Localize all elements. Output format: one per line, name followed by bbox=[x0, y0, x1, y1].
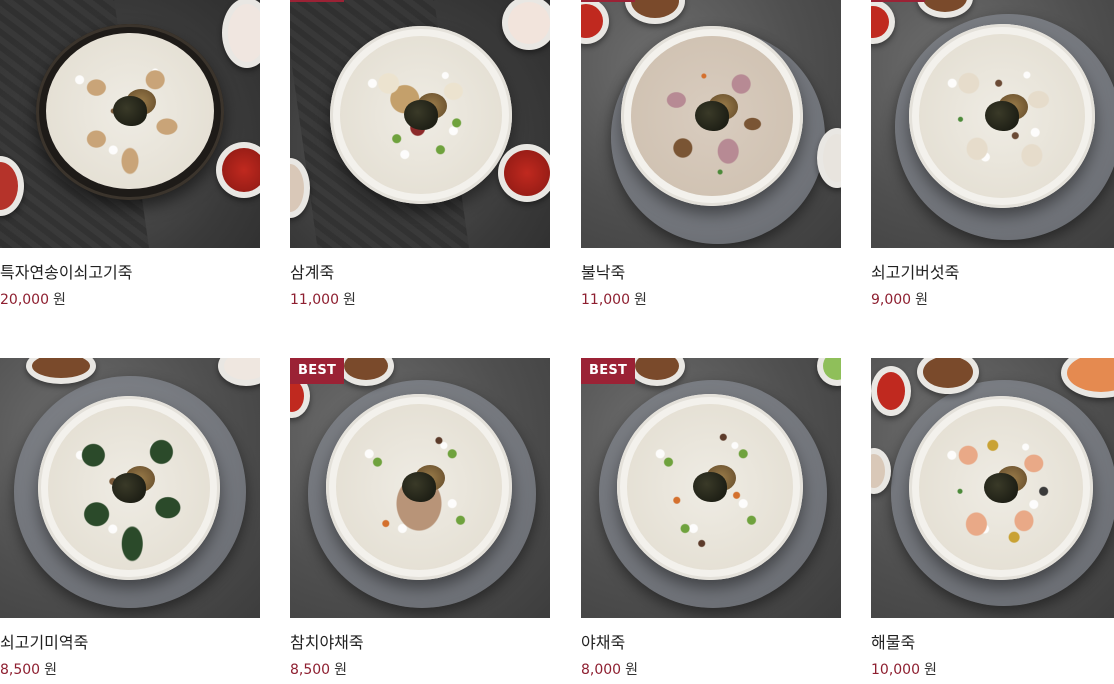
product-price: 9,000 원 bbox=[871, 291, 1114, 309]
price-amount: 9,000 bbox=[871, 292, 912, 308]
product-name[interactable]: 참치야채죽 bbox=[290, 633, 550, 653]
price-unit: 원 bbox=[44, 662, 57, 678]
price-unit: 원 bbox=[343, 292, 356, 308]
product-name[interactable]: 야채죽 bbox=[581, 633, 841, 653]
price-amount: 10,000 bbox=[871, 662, 920, 678]
price-unit: 원 bbox=[334, 662, 347, 678]
price-amount: 8,000 bbox=[581, 662, 622, 678]
price-unit: 원 bbox=[625, 662, 638, 678]
best-badge: BEST bbox=[581, 0, 636, 2]
product-price: 11,000 원 bbox=[290, 291, 550, 309]
product-price: 10,000 원 bbox=[871, 661, 1114, 679]
product-name[interactable]: 쇠고기버섯죽 bbox=[871, 263, 1114, 283]
price-unit: 원 bbox=[53, 292, 66, 308]
price-amount: 8,500 bbox=[0, 662, 41, 678]
product-card[interactable]: 해물죽 10,000 원 bbox=[871, 358, 1114, 679]
price-unit: 원 bbox=[924, 662, 937, 678]
product-image[interactable] bbox=[871, 358, 1114, 618]
product-card[interactable]: BEST 삼계죽 11,000원 bbox=[290, 0, 550, 309]
product-image[interactable] bbox=[871, 0, 1114, 248]
product-card[interactable]: BEST 참치야채죽 8,500 원 bbox=[290, 358, 550, 679]
product-image[interactable] bbox=[581, 358, 841, 618]
best-badge: BEST bbox=[290, 358, 345, 384]
product-name[interactable]: 쇠고기미역죽 bbox=[0, 633, 260, 653]
product-card[interactable]: BEST 쇠고기버섯죽 9,000원 bbox=[871, 0, 1114, 309]
product-price: 8,500 원 bbox=[290, 661, 550, 679]
product-card[interactable]: 특자연송이쇠고기죽 20,000 원 bbox=[0, 0, 260, 309]
best-badge: BEST bbox=[871, 0, 926, 2]
product-card[interactable]: BEST 야채죽 8,000 원 bbox=[581, 358, 841, 679]
product-name[interactable]: 해물죽 bbox=[871, 633, 1114, 653]
product-name[interactable]: 불낙죽 bbox=[581, 263, 841, 283]
product-grid: 특자연송이쇠고기죽 20,000원 BEST 삼계죽 bbox=[0, 0, 1114, 684]
price-amount: 11,000 bbox=[290, 292, 339, 308]
product-name[interactable]: 삼계죽 bbox=[290, 263, 550, 283]
price-amount: 8,500 bbox=[290, 662, 331, 678]
product-price: 8,000 원 bbox=[581, 661, 841, 679]
product-card[interactable]: BEST 불낙죽 11,000원 bbox=[581, 0, 841, 309]
price-amount: 11,000 bbox=[581, 292, 630, 308]
product-image[interactable] bbox=[0, 0, 260, 248]
product-image[interactable] bbox=[0, 358, 260, 618]
price-unit: 원 bbox=[634, 292, 647, 308]
price-amount: 20,000 bbox=[0, 292, 49, 308]
product-price: 20,000 원 bbox=[0, 291, 260, 309]
product-image[interactable] bbox=[290, 0, 550, 248]
product-card[interactable]: 쇠고기미역죽 8,500 원 bbox=[0, 358, 260, 679]
product-price: 8,500 원 bbox=[0, 661, 260, 679]
product-name[interactable]: 특자연송이쇠고기죽 bbox=[0, 263, 260, 283]
product-image[interactable] bbox=[581, 0, 841, 248]
product-image[interactable] bbox=[290, 358, 550, 618]
price-unit: 원 bbox=[915, 292, 928, 308]
product-price: 11,000 원 bbox=[581, 291, 841, 309]
best-badge: BEST bbox=[290, 0, 345, 2]
best-badge: BEST bbox=[581, 358, 636, 384]
